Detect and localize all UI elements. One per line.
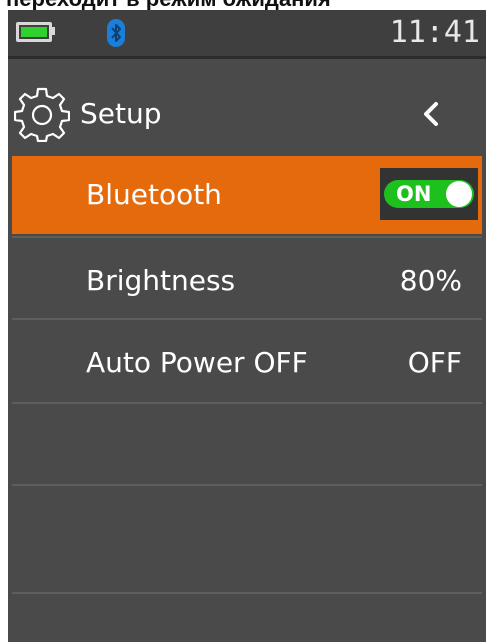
setup-header: Setup [8, 82, 486, 152]
battery-level [21, 27, 47, 37]
setting-label: Auto Power OFF [86, 346, 308, 379]
toggle-state-label: ON [396, 182, 432, 206]
setting-row-auto-power-off[interactable]: Auto Power OFF OFF [12, 324, 482, 402]
gear-icon [14, 87, 70, 142]
status-bar: 11:41 [8, 10, 486, 59]
clock: 11:41 [389, 15, 480, 50]
row-divider [12, 592, 482, 594]
caption-text: переходит в режим ожидания [0, 0, 486, 10]
setting-label: Bluetooth [86, 178, 222, 211]
battery-terminal [52, 27, 55, 35]
page-title: Setup [80, 97, 162, 130]
setting-row-brightness[interactable]: Brightness 80% [12, 242, 482, 320]
bluetooth-icon [107, 19, 125, 47]
setting-row-bluetooth[interactable]: Bluetooth ON [12, 156, 482, 234]
battery-icon [16, 22, 52, 42]
bluetooth-toggle[interactable]: ON [384, 180, 474, 208]
setting-value: 80% [399, 264, 462, 297]
setting-value: OFF [407, 346, 462, 379]
row-divider [12, 236, 482, 238]
setting-label: Brightness [86, 264, 236, 297]
row-divider [12, 402, 482, 404]
toggle-knob [446, 181, 472, 207]
row-divider [12, 318, 482, 320]
device-screen: 11:41 Setup Bluetooth ON Brightness 80% … [8, 10, 486, 642]
row-divider [12, 484, 482, 486]
back-button[interactable] [412, 94, 448, 134]
bluetooth-toggle-frame: ON [380, 168, 478, 220]
